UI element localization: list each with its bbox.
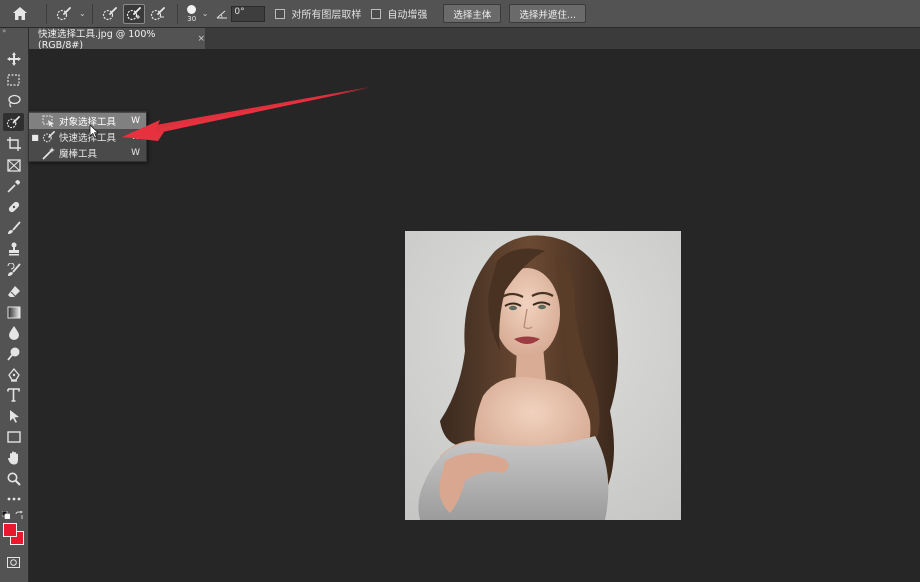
add-to-selection-icon — [126, 6, 141, 20]
mouse-cursor-icon — [89, 124, 99, 139]
auto-enhance-label: 自动增强 — [387, 10, 428, 21]
flyout-item-shortcut: W — [131, 132, 140, 142]
lasso-icon — [7, 94, 21, 108]
flyout-item-shortcut: W — [131, 148, 140, 158]
pen-icon — [7, 368, 20, 382]
blur-tool[interactable] — [3, 324, 24, 342]
rectangle-shape-icon — [6, 431, 21, 443]
swap-colors-icon[interactable] — [15, 511, 24, 520]
crop-icon — [6, 137, 21, 151]
brush-preview-dot — [187, 4, 197, 14]
eyedropper-icon — [7, 180, 20, 193]
quick-mask-icon[interactable] — [7, 557, 20, 568]
auto-enhance-checkbox[interactable]: 自动增强 — [371, 6, 427, 21]
separator — [46, 3, 47, 24]
edit-toolbar-button[interactable] — [3, 490, 24, 508]
flyout-item-label: 魔棒工具 — [59, 149, 98, 160]
home-icon — [13, 7, 27, 20]
brush-size-value: 30 — [187, 14, 197, 23]
tools-panel: » — [0, 28, 29, 582]
path-selection-icon — [9, 410, 19, 423]
selection-tools-flyout: 对象选择工具 W ■ 快速选择工具 W 魔棒工具 W — [28, 111, 147, 162]
zoom-tool[interactable] — [3, 470, 24, 488]
healing-brush-tool[interactable] — [3, 198, 24, 216]
subtract-from-selection-mode-button[interactable] — [147, 4, 169, 24]
rectangle-tool[interactable] — [3, 428, 24, 446]
quick-selection-icon — [56, 6, 71, 20]
angle-input[interactable]: 0° — [231, 5, 266, 22]
eraser-icon — [7, 285, 20, 297]
zoom-icon — [7, 472, 21, 486]
brush-tool[interactable] — [3, 219, 24, 237]
panel-collapse-icon[interactable]: » — [0, 28, 30, 35]
flyout-item-object-selection[interactable]: 对象选择工具 W — [29, 113, 146, 129]
marquee-tool[interactable] — [3, 71, 24, 89]
quick-selection-icon — [6, 115, 20, 128]
checkbox-box[interactable] — [275, 8, 286, 19]
subtract-from-selection-icon — [150, 6, 165, 20]
sample-all-layers-checkbox[interactable]: 对所有图层取样 — [275, 6, 361, 21]
frame-tool[interactable] — [3, 156, 24, 174]
crop-tool[interactable] — [3, 135, 24, 153]
select-subject-button[interactable]: 选择主体 — [443, 4, 502, 23]
hand-tool[interactable] — [3, 449, 24, 467]
separator — [91, 3, 93, 24]
separator — [176, 3, 178, 24]
portrait-photo — [405, 231, 681, 520]
object-selection-icon — [42, 115, 54, 127]
clone-stamp-tool[interactable] — [3, 240, 24, 258]
select-and-mask-button[interactable]: 选择并遮住... — [509, 4, 586, 23]
eraser-tool[interactable] — [3, 282, 24, 300]
home-button[interactable] — [0, 0, 40, 27]
blur-drop-icon — [8, 326, 19, 340]
clone-stamp-icon — [8, 242, 19, 256]
foreground-color-swatch[interactable] — [3, 523, 17, 537]
gradient-tool[interactable] — [3, 303, 24, 321]
rectangular-marquee-icon — [7, 74, 20, 86]
type-tool[interactable] — [3, 386, 24, 404]
flyout-item-quick-selection[interactable]: ■ 快速选择工具 W — [29, 129, 146, 145]
checkbox-box[interactable] — [371, 8, 382, 19]
brush-size-picker[interactable]: 30 — [184, 4, 200, 23]
chevron-down-icon[interactable]: ⌄ — [79, 9, 86, 18]
magic-wand-icon — [41, 146, 55, 160]
document-canvas-image[interactable] — [405, 231, 681, 520]
document-tab-title: 快速选择工具.jpg @ 100%(RGB/8#) — [38, 29, 156, 51]
brush-icon — [7, 221, 21, 234]
eyedropper-tool[interactable] — [3, 177, 24, 195]
flyout-item-shortcut: W — [131, 116, 140, 126]
path-selection-tool[interactable] — [3, 407, 24, 425]
history-brush-icon — [7, 263, 21, 276]
move-icon — [6, 52, 21, 66]
chevron-down-icon[interactable]: ⌄ — [202, 9, 209, 18]
pen-tool[interactable] — [3, 366, 24, 384]
lasso-tool[interactable] — [3, 92, 24, 110]
document-tab[interactable]: 快速选择工具.jpg @ 100%(RGB/8#) × — [29, 28, 205, 51]
angle-icon — [217, 10, 228, 18]
hand-icon — [7, 451, 18, 465]
history-brush-tool[interactable] — [3, 261, 24, 279]
healing-brush-icon — [8, 201, 19, 213]
move-tool[interactable] — [3, 50, 24, 68]
tool-preset-picker[interactable] — [53, 4, 75, 24]
dodge-icon — [6, 347, 19, 361]
sample-all-layers-label: 对所有图层取样 — [291, 10, 362, 21]
quick-selection-icon — [42, 131, 55, 143]
add-to-selection-mode-button[interactable] — [122, 3, 145, 24]
default-colors-icon[interactable] — [2, 511, 10, 519]
document-tab-bar: 快速选择工具.jpg @ 100%(RGB/8#) × — [29, 28, 920, 51]
close-icon[interactable]: × — [197, 34, 205, 44]
flyout-item-magic-wand[interactable]: 魔棒工具 W — [29, 145, 146, 161]
new-selection-mode-button[interactable] — [99, 4, 121, 24]
new-selection-icon — [102, 6, 117, 20]
more-tools-icon — [7, 497, 20, 501]
options-bar: ⌄ 30 ⌄ 0° 对所有图层取样 自动增强 选择主体 选择并遮住... — [0, 0, 920, 28]
frame-icon — [6, 158, 21, 172]
selected-bullet: ■ — [31, 132, 39, 142]
dodge-tool[interactable] — [3, 345, 24, 363]
quick-selection-tool[interactable] — [3, 113, 24, 131]
gradient-icon — [7, 306, 20, 318]
type-icon — [7, 388, 20, 402]
